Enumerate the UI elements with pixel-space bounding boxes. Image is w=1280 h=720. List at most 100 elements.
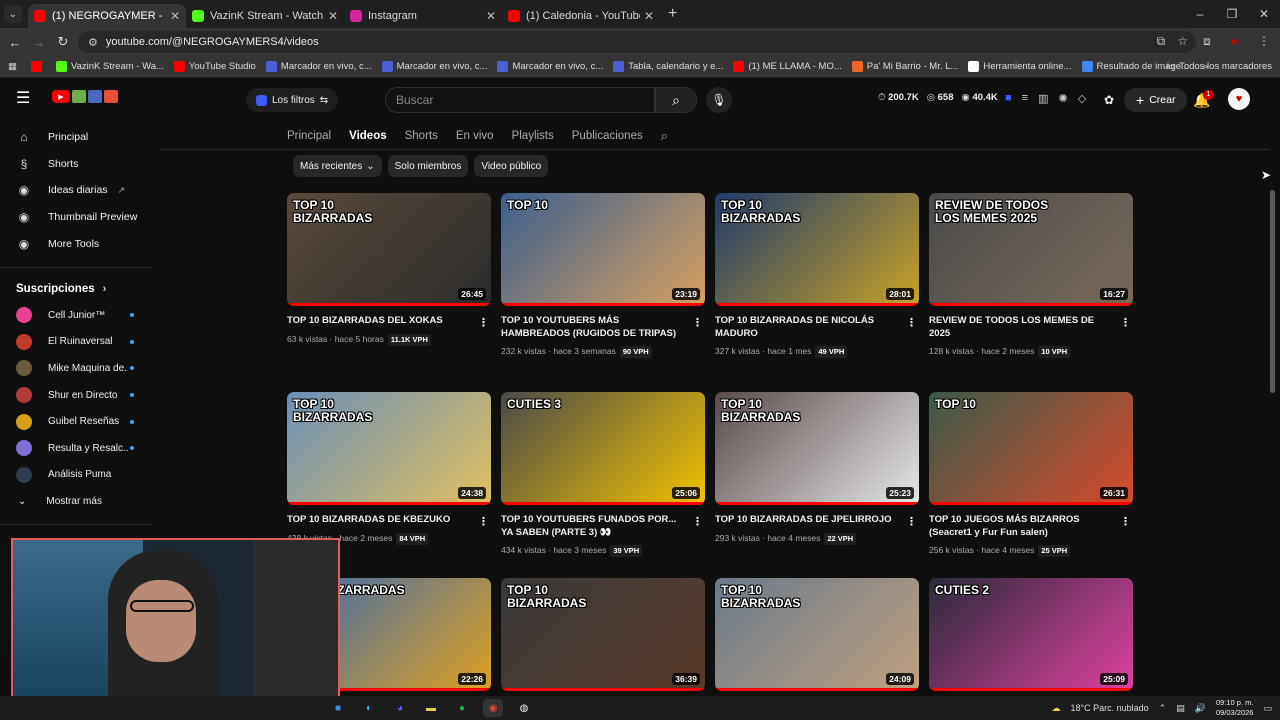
video-thumbnail[interactable]: TOP 10 BIZARRADAS 25:23 [715, 392, 919, 505]
bookmark-item[interactable]: Tabla, calendario y e... [613, 61, 723, 72]
show-more-button[interactable]: ⌄ Mostrar más [0, 488, 152, 514]
subscription-item[interactable]: Shur en Directo [0, 382, 152, 409]
restore-button[interactable]: ❐ [1216, 0, 1248, 28]
subscription-item[interactable]: Resulta y Resalc... [0, 435, 152, 462]
video-options-icon[interactable]: ⋮ [692, 316, 703, 329]
bookmark-item[interactable]: VazinK Stream - Wa... [55, 61, 164, 72]
bookmark-item[interactable]: YouTube Studio [173, 61, 256, 72]
video-options-icon[interactable]: ⋮ [906, 515, 917, 528]
discord-icon[interactable]: ◕ [390, 699, 410, 717]
tab-close-icon[interactable]: ✕ [328, 9, 338, 23]
video-title[interactable]: TOP 10 YOUTUBERS MÁS HAMBREADOS (RUGIDOS… [501, 315, 687, 340]
browser-menu-icon[interactable]: ⋮ [1258, 34, 1270, 49]
sidebar-item[interactable]: ◉ More Tools [0, 230, 152, 257]
page-scrollbar[interactable] [1270, 190, 1275, 393]
video-card[interactable]: TOP 10 BIZARRADAS 36:39 [501, 578, 705, 691]
youtube-logo[interactable]: ▶ [52, 90, 118, 103]
tab-principal[interactable]: Principal [287, 130, 331, 142]
tab-list-button[interactable]: ⌄ [4, 5, 22, 23]
video-card[interactable]: CUTIES 2 25:09 [929, 578, 1133, 691]
video-card[interactable]: TOP 10 26:31 TOP 10 JUEGOS MÁS BIZARROS (S… [929, 392, 1133, 557]
close-window-button[interactable]: ✕ [1248, 0, 1280, 28]
weather-text[interactable]: 18°C Parc. nublado [1071, 703, 1149, 713]
tab-playlists[interactable]: Playlists [512, 130, 554, 142]
obs-icon[interactable]: ◍ [514, 699, 534, 717]
forward-icon[interactable]: → [27, 35, 51, 50]
video-options-icon[interactable]: ⋮ [478, 316, 489, 329]
channel-search-icon[interactable]: ⌕ [661, 128, 668, 144]
bookmark-item[interactable]: (1) ME LLAMA - MO... [733, 61, 842, 72]
notification-center-icon[interactable]: ▭ [1263, 703, 1272, 714]
subscriptions-heading[interactable]: Suscripciones › [0, 276, 152, 302]
account-avatar[interactable]: ♥ [1228, 88, 1250, 110]
search-input[interactable] [396, 93, 654, 107]
video-title[interactable]: TOP 10 BIZARRADAS DE NICOLÁS MADURO [715, 315, 901, 340]
voice-search-button[interactable]: 🎙 [706, 87, 732, 113]
video-card[interactable]: TOP 10 BIZARRADAS 24:38 TOP 10 BIZARRADAS … [287, 392, 491, 545]
video-card[interactable]: TOP 10 BIZARRADAS 24:09 [715, 578, 919, 691]
browser-tab[interactable]: (1) NEGROGAYMER - YouTube ✕ [28, 4, 186, 28]
video-card[interactable]: REVIEW DE TODOS LOS MEMES 2025 16:27 REVIE… [929, 193, 1133, 358]
new-tab-button[interactable]: + [668, 5, 677, 23]
subscription-item[interactable]: Cell Junior™ [0, 302, 152, 329]
bookmark-item[interactable]: Marcador en vivo, c... [265, 61, 372, 72]
tray-arrow-icon[interactable]: ⌃ [1159, 703, 1167, 714]
filters-button[interactable]: Los filtros ⇆ [246, 88, 339, 112]
clock[interactable]: 09:10 p. m. 09/03/2026 [1216, 698, 1254, 718]
video-card[interactable]: TOP 10 BIZARRADAS 26:45 TOP 10 BIZARRADAS … [287, 193, 491, 346]
video-thumbnail[interactable]: CUTIES 3 25:06 [501, 392, 705, 505]
video-title[interactable]: REVIEW DE TODOS LOS MEMES DE 2025 [929, 315, 1115, 340]
create-button[interactable]: + Crear [1124, 88, 1188, 112]
video-card[interactable]: CUTIES 3 25:06 TOP 10 YOUTUBERS FUNADOS PO… [501, 392, 705, 557]
filter-chip[interactable]: Más recientes ⌄ [293, 155, 382, 177]
search-button[interactable]: ⌕ [655, 87, 697, 113]
video-card[interactable]: TOP 10 BIZARRADAS 25:23 TOP 10 BIZARRADAS … [715, 392, 919, 545]
menu-icon[interactable]: ☰ [16, 91, 32, 107]
sidebar-item[interactable]: ◉ Thumbnail Preview [0, 204, 152, 231]
install-icon[interactable]: ⧉ [1157, 34, 1166, 49]
video-title[interactable]: TOP 10 YOUTUBERS FUNADOS POR... YA SABEN… [501, 514, 687, 539]
site-info-icon[interactable]: ⚙ [88, 36, 98, 49]
browser-tab[interactable]: (1) Caledonia - YouTube ✕ [502, 4, 660, 28]
video-options-icon[interactable]: ⋮ [1120, 316, 1131, 329]
subscription-item[interactable]: El Ruinaversal [0, 329, 152, 356]
file-explorer-icon[interactable]: ▬ [421, 699, 441, 717]
tab-close-icon[interactable]: ✕ [486, 9, 496, 23]
browser-tab[interactable]: Instagram ✕ [344, 4, 502, 28]
sidebar-item[interactable]: ◉ Ideas diarias ↗ [0, 177, 152, 204]
tab-close-icon[interactable]: ✕ [644, 9, 654, 23]
filter-chip[interactable]: Video público [474, 155, 549, 177]
video-options-icon[interactable]: ⋮ [1120, 515, 1131, 528]
url-text[interactable]: youtube.com/@NEGROGAYMERS4/videos [106, 36, 319, 48]
profile-icon[interactable]: ● [1231, 34, 1238, 49]
apps-grid-icon[interactable]: ▦ [8, 61, 17, 72]
video-thumbnail[interactable]: TOP 10 26:31 [929, 392, 1133, 505]
video-options-icon[interactable]: ⋮ [478, 515, 489, 528]
network-icon[interactable]: ▤ [1176, 703, 1185, 714]
subscription-item[interactable]: Guibel Reseñas [0, 408, 152, 435]
sidebar-item[interactable]: ⌂ Principal [0, 124, 152, 151]
video-thumbnail[interactable]: TOP 10 23:19 [501, 193, 705, 306]
list-icon[interactable]: ≡ [1022, 92, 1028, 105]
video-title[interactable]: TOP 10 JUEGOS MÁS BIZARROS (Seacret1 y F… [929, 514, 1115, 539]
extension-puzzle-icon[interactable]: ✿ [1100, 88, 1118, 112]
video-thumbnail[interactable]: TOP 10 BIZARRADAS 36:39 [501, 578, 705, 691]
filter-chip[interactable]: Solo miembros [387, 155, 469, 177]
bookmark-item[interactable]: Marcador en vivo, c... [381, 61, 487, 72]
video-thumbnail[interactable]: REVIEW DE TODOS LOS MEMES 2025 16:27 [929, 193, 1133, 306]
chrome-icon[interactable]: ◉ [483, 699, 503, 717]
video-thumbnail[interactable]: TOP 10 BIZARRADAS 24:38 [287, 392, 491, 505]
chart-icon[interactable]: ▥ [1038, 92, 1048, 105]
windows-start-icon[interactable]: ■ [328, 699, 348, 717]
video-options-icon[interactable]: ⋮ [906, 316, 917, 329]
tab-en-vivo[interactable]: En vivo [456, 130, 494, 142]
bookmark-item[interactable]: Pa' Mi Barrio - Mr. L... [851, 61, 958, 72]
video-title[interactable]: TOP 10 BIZARRADAS DE JPELIRROJO [715, 514, 901, 527]
bookmark-star-icon[interactable]: ☆ [1177, 34, 1188, 49]
video-title[interactable]: TOP 10 BIZARRADAS DE KBEZUKO [287, 514, 473, 527]
video-thumbnail[interactable]: TOP 10 BIZARRADAS 26:45 [287, 193, 491, 306]
bulb-icon[interactable]: ✺ [1058, 92, 1067, 105]
tab-videos[interactable]: Videos [349, 130, 387, 142]
extension-a-icon[interactable]: ■ [1005, 92, 1012, 105]
volume-icon[interactable]: 🔊 [1195, 703, 1206, 714]
